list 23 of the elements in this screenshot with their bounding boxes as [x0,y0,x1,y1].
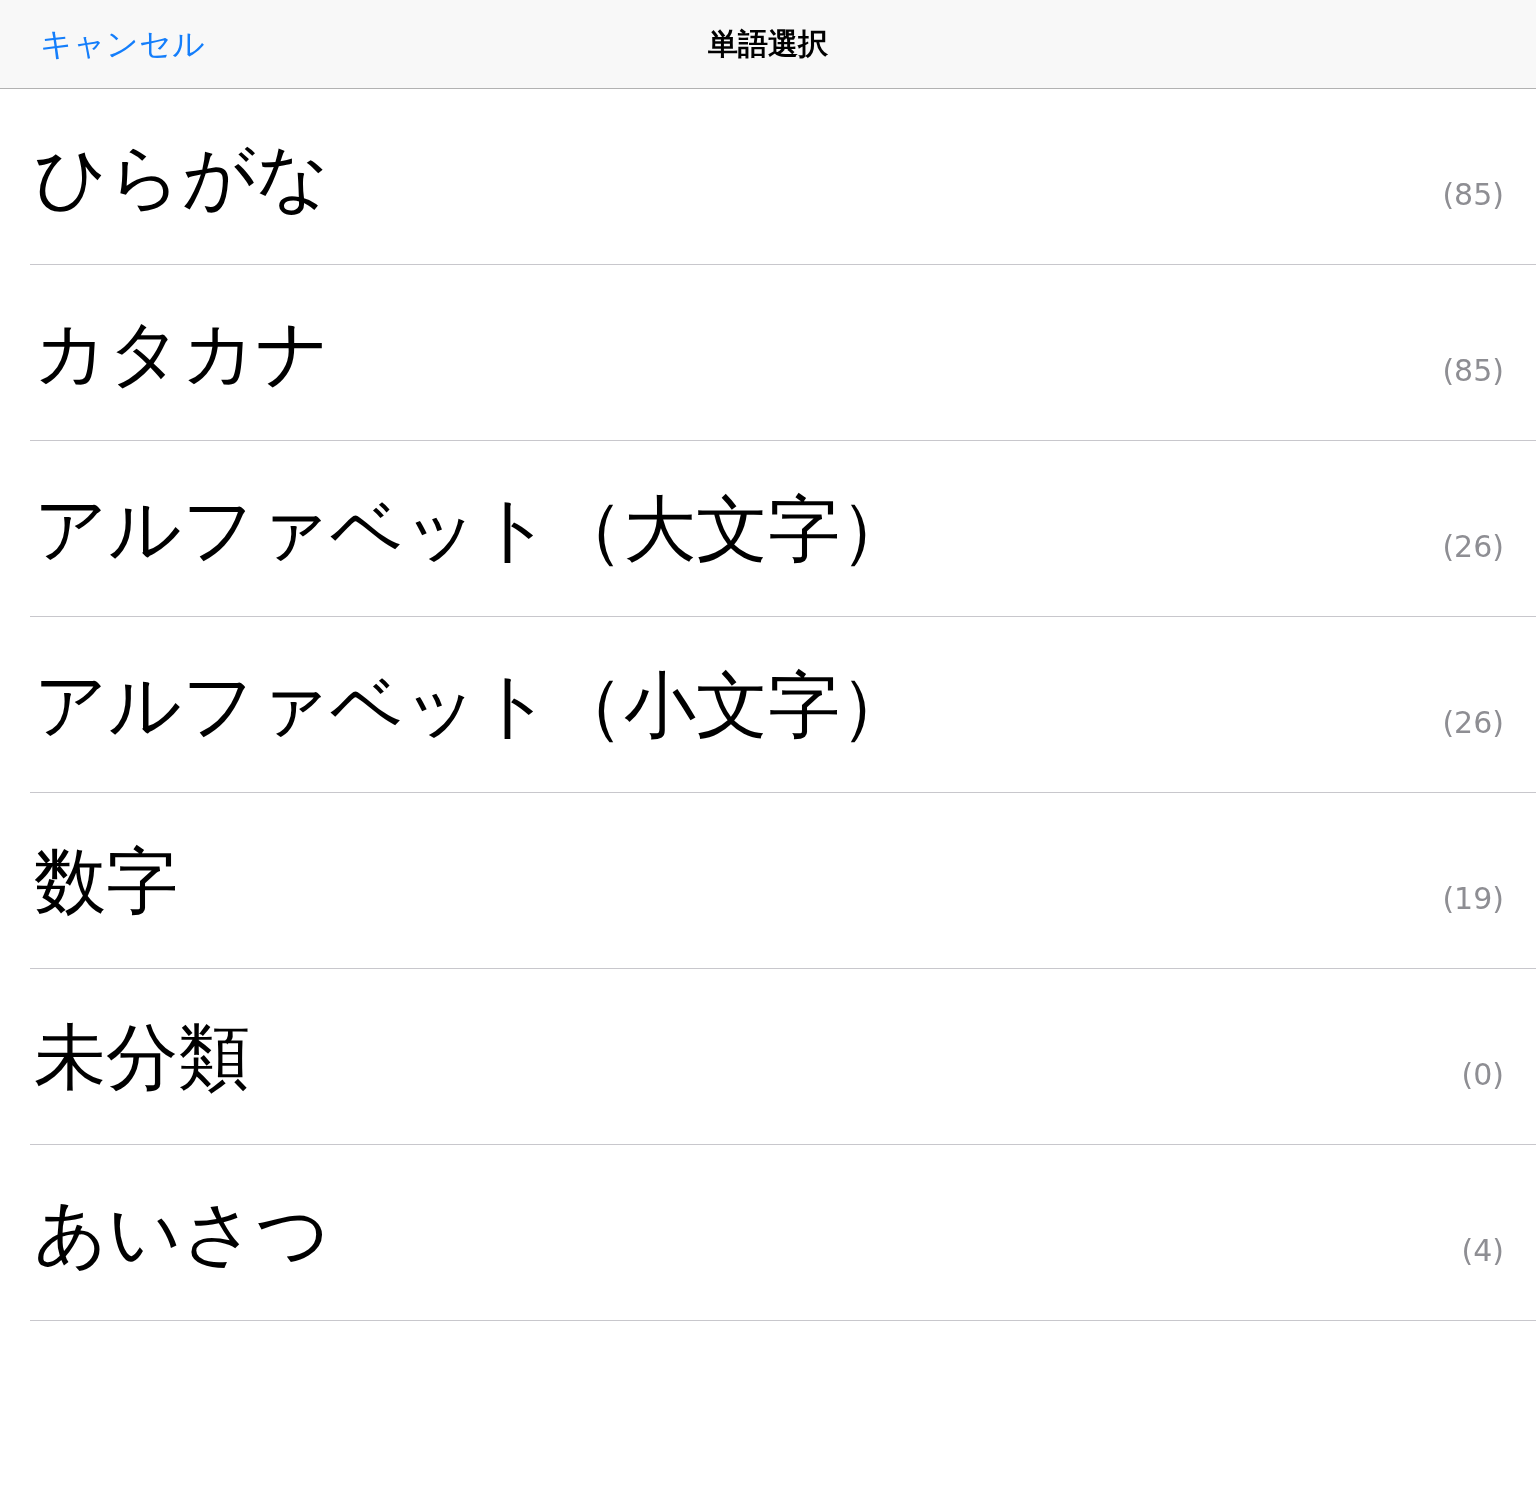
word-count: (4) [1461,1232,1504,1269]
word-count: (0) [1461,1056,1504,1093]
category-label: アルファベット（小文字） [34,662,912,747]
category-row[interactable]: 未分類 (0) [30,969,1536,1145]
category-label: 数字 [34,838,178,923]
category-label: カタカナ [34,310,330,395]
category-row[interactable]: アルファベット（大文字） (26) [30,441,1536,617]
word-count: (26) [1442,528,1504,565]
category-row[interactable]: カタカナ (85) [30,265,1536,441]
category-row[interactable]: アルファベット（小文字） (26) [30,617,1536,793]
word-count: (26) [1442,704,1504,741]
category-row[interactable]: ひらがな (85) [30,89,1536,265]
category-label: ひらがな [34,134,330,219]
word-count: (19) [1442,880,1504,917]
navigation-title: 単語選択 [708,25,828,63]
category-label: あいさつ [34,1190,330,1275]
category-label: 未分類 [34,1014,250,1099]
category-row[interactable]: あいさつ (4) [30,1145,1536,1321]
word-count: (85) [1442,176,1504,213]
cancel-button[interactable]: キャンセル [40,24,205,64]
category-row[interactable]: 数字 (19) [30,793,1536,969]
word-count: (85) [1442,352,1504,389]
category-label: アルファベット（大文字） [34,486,912,571]
